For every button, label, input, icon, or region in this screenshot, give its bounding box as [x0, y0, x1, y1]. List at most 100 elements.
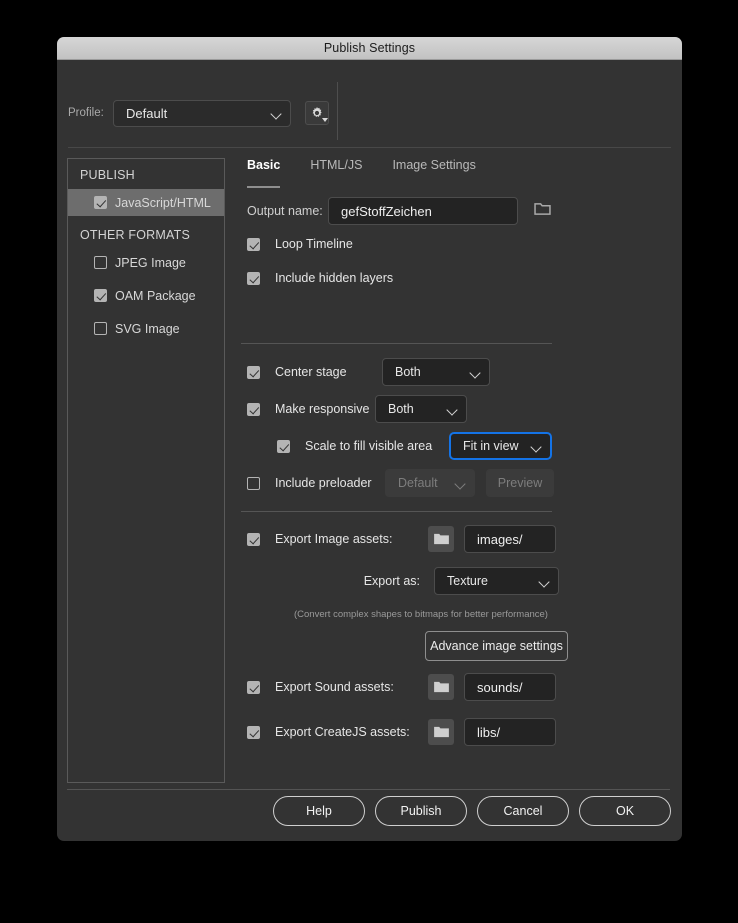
- checkbox-icon[interactable]: [277, 439, 290, 453]
- export-image-assets-row: Export Image assets: images/: [247, 525, 556, 553]
- sidebar-group-header-publish: PUBLISH: [80, 168, 135, 182]
- profile-select[interactable]: Default: [113, 100, 291, 127]
- bitmap-note-text: (Convert complex shapes to bitmaps for b…: [294, 609, 548, 620]
- preloader-dropdown: Default: [385, 469, 475, 497]
- export-createjs-path-input[interactable]: libs/: [464, 718, 556, 746]
- advance-image-settings-button[interactable]: Advance image settings: [425, 631, 568, 661]
- make-responsive-value: Both: [388, 402, 414, 416]
- dialog-title: Publish Settings: [323, 41, 416, 55]
- checkbox-icon[interactable]: [247, 680, 260, 694]
- chevron-down-icon: [447, 404, 458, 415]
- output-name-label: Output name:: [247, 204, 323, 218]
- folder-icon: [433, 681, 449, 693]
- export-sound-path-input[interactable]: sounds/: [464, 673, 556, 701]
- chevron-down-icon: [531, 441, 542, 452]
- tab-basic[interactable]: Basic: [247, 158, 281, 188]
- preloader-preview-button: Preview: [486, 469, 554, 497]
- checkbox-icon[interactable]: [247, 402, 260, 416]
- export-sound-browse-button[interactable]: [428, 674, 454, 700]
- checkbox-icon[interactable]: [94, 196, 107, 209]
- publish-button[interactable]: Publish: [375, 796, 467, 826]
- export-as-label: Export as:: [363, 574, 420, 588]
- export-as-row: Export as: Texture: [247, 567, 559, 595]
- tab-html-js[interactable]: HTML/JS: [310, 158, 362, 188]
- chevron-down-icon: [271, 108, 282, 119]
- loop-timeline-label: Loop Timeline: [275, 237, 353, 251]
- divider-2: [241, 511, 552, 512]
- sidebar-item-label: SVG Image: [115, 321, 180, 336]
- chevron-down-icon: [539, 576, 550, 587]
- top-divider: [68, 147, 671, 148]
- checkbox-icon[interactable]: [94, 256, 107, 269]
- chevron-down-icon: [470, 367, 481, 378]
- checkbox-icon[interactable]: [247, 476, 260, 490]
- make-responsive-label: Make responsive: [275, 402, 370, 416]
- export-createjs-browse-button[interactable]: [428, 719, 454, 745]
- publish-settings-dialog: Publish Settings Profile: Default PUBLIS…: [57, 37, 682, 841]
- sidebar-item-svg-image[interactable]: SVG Image: [68, 315, 224, 342]
- export-image-path-input[interactable]: images/: [464, 525, 556, 553]
- advance-image-settings-row: Advance image settings: [425, 631, 568, 661]
- profile-options-button[interactable]: [305, 101, 329, 125]
- export-as-dropdown[interactable]: Texture: [434, 567, 559, 595]
- include-hidden-layers-row[interactable]: Include hidden layers: [247, 271, 393, 285]
- scale-to-fill-value: Fit in view: [463, 439, 519, 453]
- folder-icon: [433, 533, 449, 545]
- sidebar-item-javascript-html[interactable]: JavaScript/HTML: [68, 189, 224, 216]
- sidebar-item-label: JavaScript/HTML: [115, 195, 211, 210]
- footer-divider: [67, 789, 670, 790]
- checkbox-icon[interactable]: [247, 271, 260, 285]
- sidebar-group-header-other-formats: OTHER FORMATS: [80, 228, 191, 242]
- dialog-titlebar: Publish Settings: [57, 37, 682, 60]
- folder-icon: [534, 202, 551, 215]
- center-stage-dropdown[interactable]: Both: [382, 358, 490, 386]
- export-sound-assets-label: Export Sound assets:: [275, 680, 394, 694]
- sidebar-item-jpeg-image[interactable]: JPEG Image: [68, 249, 224, 276]
- checkbox-icon[interactable]: [247, 725, 260, 739]
- chevron-down-icon: [455, 478, 466, 489]
- profile-bar: Profile: Default: [57, 60, 682, 148]
- export-createjs-assets-row: Export CreateJS assets: libs/: [247, 718, 556, 746]
- scale-to-fill-row: Scale to fill visible area Fit in view: [277, 432, 552, 460]
- output-name-input[interactable]: gefStoffZeichen: [328, 197, 518, 225]
- scale-to-fill-label: Scale to fill visible area: [305, 439, 433, 453]
- chevron-down-icon: [321, 117, 328, 122]
- divider-1: [241, 343, 552, 344]
- cancel-button[interactable]: Cancel: [477, 796, 569, 826]
- checkbox-icon[interactable]: [94, 289, 107, 302]
- settings-main-panel: Basic HTML/JS Image Settings Output name…: [237, 158, 667, 783]
- tab-image-settings[interactable]: Image Settings: [392, 158, 475, 188]
- export-image-assets-label: Export Image assets:: [275, 532, 393, 546]
- profile-select-value: Default: [126, 106, 168, 121]
- include-preloader-label: Include preloader: [275, 476, 372, 490]
- checkbox-icon[interactable]: [247, 365, 260, 379]
- settings-tabs: Basic HTML/JS Image Settings: [237, 158, 667, 188]
- checkbox-icon[interactable]: [247, 532, 260, 546]
- profile-label: Profile:: [68, 107, 104, 119]
- export-image-browse-button[interactable]: [428, 526, 454, 552]
- make-responsive-dropdown[interactable]: Both: [375, 395, 467, 423]
- center-stage-value: Both: [395, 365, 421, 379]
- loop-timeline-row[interactable]: Loop Timeline: [247, 237, 353, 251]
- export-as-value: Texture: [447, 574, 488, 588]
- checkbox-icon[interactable]: [247, 237, 260, 251]
- checkbox-icon[interactable]: [94, 322, 107, 335]
- output-name-row: Output name: gefStoffZeichen: [247, 197, 551, 225]
- preloader-value: Default: [398, 476, 438, 490]
- center-stage-label: Center stage: [275, 365, 347, 379]
- scale-to-fill-dropdown[interactable]: Fit in view: [449, 432, 552, 460]
- sidebar-item-oam-package[interactable]: OAM Package: [68, 282, 224, 309]
- center-stage-row: Center stage Both: [247, 358, 490, 386]
- help-button[interactable]: Help: [273, 796, 365, 826]
- include-preloader-row: Include preloader Default Preview: [247, 469, 554, 497]
- sidebar-item-label: OAM Package: [115, 288, 196, 303]
- export-sound-assets-row: Export Sound assets: sounds/: [247, 673, 556, 701]
- dialog-footer: Help Publish Cancel OK: [57, 796, 682, 826]
- sidebar-item-label: JPEG Image: [115, 255, 186, 270]
- output-name-browse-button[interactable]: [534, 202, 551, 221]
- ok-button[interactable]: OK: [579, 796, 671, 826]
- folder-icon: [433, 726, 449, 738]
- make-responsive-row: Make responsive Both: [247, 395, 467, 423]
- profile-divider: [337, 82, 338, 140]
- export-createjs-assets-label: Export CreateJS assets:: [275, 725, 410, 739]
